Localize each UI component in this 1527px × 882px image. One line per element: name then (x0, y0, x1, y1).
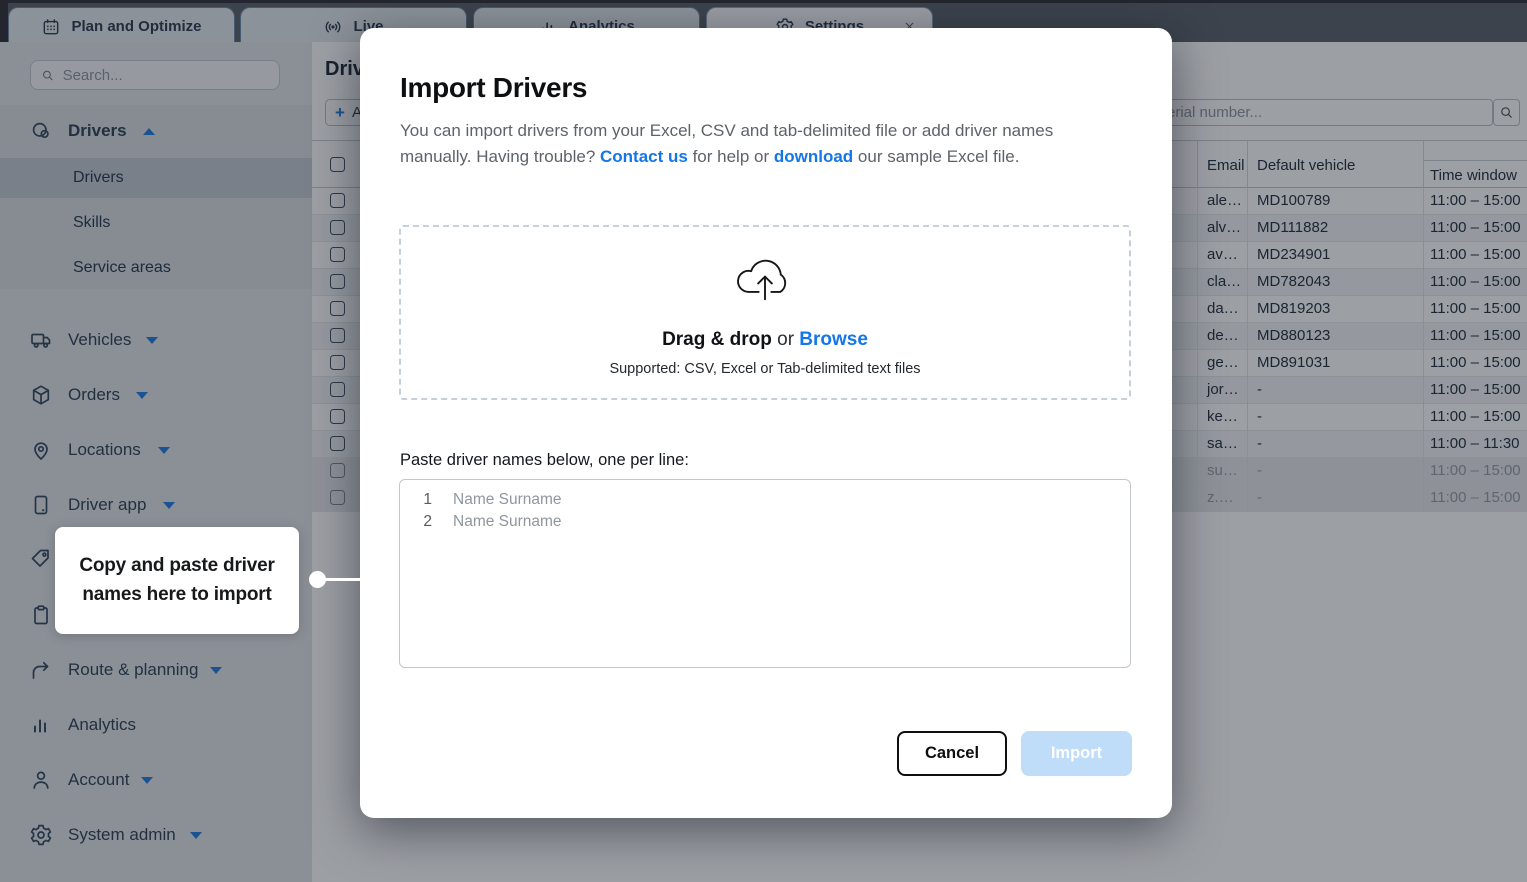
cancel-button[interactable]: Cancel (897, 731, 1007, 776)
onboarding-tooltip: Copy and paste driver names here to impo… (55, 527, 299, 634)
or-label: or (772, 329, 799, 350)
driver-names-textarea[interactable]: 1 Name Surname 2 Name Surname (399, 479, 1131, 668)
line-number: 2 (400, 511, 432, 533)
description-text: for help or (688, 147, 774, 166)
paste-names-label: Paste driver names below, one per line: (400, 451, 689, 470)
contact-us-link[interactable]: Contact us (600, 147, 688, 166)
modal-title: Import Drivers (400, 72, 587, 104)
textarea-line: 2 Name Surname (400, 511, 1130, 533)
tooltip-text: Copy and paste driver names here to impo… (70, 552, 284, 609)
description-text: our sample Excel file. (853, 147, 1019, 166)
modal-description: You can import drivers from your Excel, … (400, 118, 1100, 169)
import-button[interactable]: Import (1021, 731, 1132, 776)
line-placeholder: Name Surname (453, 511, 562, 533)
line-placeholder: Name Surname (453, 489, 562, 511)
drag-drop-label: Drag & drop (662, 329, 772, 350)
supported-files-note: Supported: CSV, Excel or Tab-delimited t… (401, 361, 1129, 377)
tooltip-connector-dot (309, 571, 326, 588)
tooltip-connector-line (320, 578, 362, 581)
line-number: 1 (400, 489, 432, 511)
dropzone-label: Drag & drop or Browse (401, 329, 1129, 351)
textarea-line: 1 Name Surname (400, 489, 1130, 511)
app-window: Plan and Optimize Live Analytics Setting… (0, 0, 1527, 882)
import-drivers-modal: Import Drivers You can import drivers fr… (360, 28, 1172, 818)
file-dropzone[interactable]: Drag & drop or Browse Supported: CSV, Ex… (399, 225, 1131, 400)
cloud-upload-icon (725, 243, 805, 310)
browse-link[interactable]: Browse (799, 329, 868, 350)
download-link[interactable]: download (774, 147, 853, 166)
